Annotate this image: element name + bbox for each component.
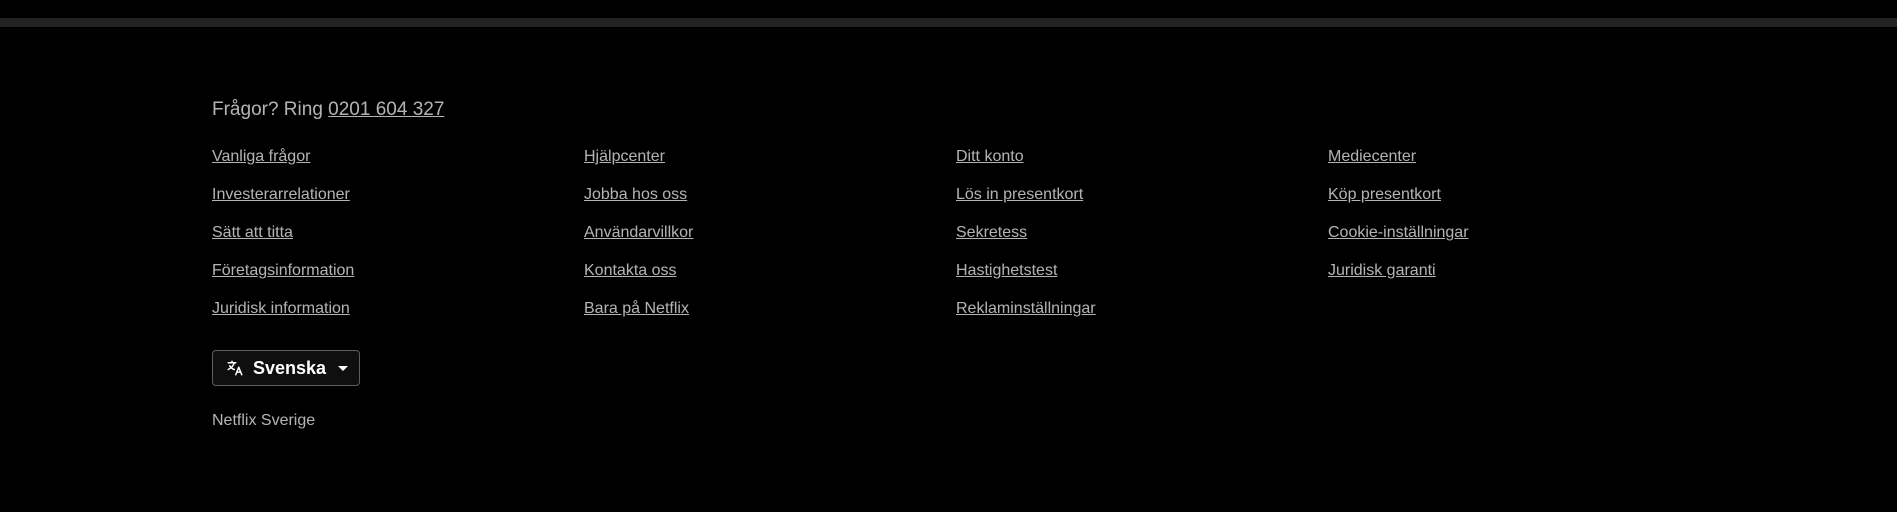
questions-text: Frågor? Ring 0201 604 327 — [212, 96, 1712, 124]
footer-link-cookie-settings[interactable]: Cookie-inställningar — [1328, 223, 1688, 243]
footer-link-privacy[interactable]: Sekretess — [956, 223, 1316, 243]
footer-link-jobs[interactable]: Jobba hos oss — [584, 185, 944, 205]
footer-link-investor-relations[interactable]: Investerarrelationer — [212, 185, 572, 205]
footer-links: Vanliga frågor Investerarrelationer Sätt… — [212, 147, 1712, 337]
footer-column-1: Vanliga frågor Investerarrelationer Sätt… — [212, 147, 572, 337]
footer-link-legal-guarantee[interactable]: Juridisk garanti — [1328, 261, 1688, 281]
questions-prefix: Frågor? Ring — [212, 99, 329, 120]
footer-link-terms[interactable]: Användarvillkor — [584, 223, 944, 243]
phone-link[interactable]: 0201 604 327 — [328, 99, 444, 120]
footer-link-corporate-info[interactable]: Företagsinformation — [212, 261, 572, 281]
footer-link-contact[interactable]: Kontakta oss — [584, 261, 944, 281]
top-divider — [0, 18, 1897, 27]
footer-column-2: Hjälpcenter Jobba hos oss Användarvillko… — [584, 147, 944, 337]
footer-link-help-center[interactable]: Hjälpcenter — [584, 147, 944, 167]
chevron-down-icon — [338, 365, 349, 371]
footer-link-account[interactable]: Ditt konto — [956, 147, 1316, 167]
footer-link-ways-to-watch[interactable]: Sätt att titta — [212, 223, 572, 243]
translate-icon — [225, 358, 245, 378]
footer-link-media-center[interactable]: Mediecenter — [1328, 147, 1688, 167]
language-selector[interactable]: Svenska — [212, 350, 360, 386]
footer-link-faq[interactable]: Vanliga frågor — [212, 147, 572, 167]
language-selected-label: Svenska — [253, 357, 327, 378]
footer-link-ad-settings[interactable]: Reklaminställningar — [956, 299, 1316, 319]
footer: Frågor? Ring 0201 604 327 Vanliga frågor… — [212, 96, 1712, 429]
footer-link-speed-test[interactable]: Hastighetstest — [956, 261, 1316, 281]
footer-link-only-on-netflix[interactable]: Bara på Netflix — [584, 299, 944, 319]
footer-link-buy-gift-card[interactable]: Köp presentkort — [1328, 185, 1688, 205]
footer-link-legal-info[interactable]: Juridisk information — [212, 299, 572, 319]
footer-column-4: Mediecenter Köp presentkort Cookie-instä… — [1328, 147, 1688, 299]
country-label: Netflix Sverige — [212, 412, 316, 429]
footer-link-redeem-gift-card[interactable]: Lös in presentkort — [956, 185, 1316, 205]
footer-column-3: Ditt konto Lös in presentkort Sekretess … — [956, 147, 1316, 337]
